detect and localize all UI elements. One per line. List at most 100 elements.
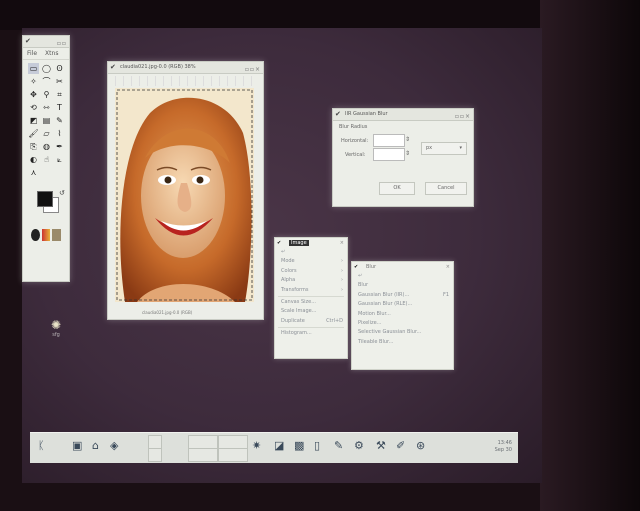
- window-menu-icon[interactable]: ✔: [110, 62, 116, 73]
- menu-item-transforms[interactable]: Transforms ›: [275, 286, 347, 295]
- image-titlebar[interactable]: ✔ claudia021.jpg-0.0 (RGB) 38% ▫▫×: [108, 62, 263, 74]
- close-icon[interactable]: ×: [446, 262, 450, 272]
- toolbox-menubar: File Xtns: [23, 48, 69, 60]
- tearoff-icon[interactable]: ✔: [277, 238, 281, 248]
- clock[interactable]: 13:46 Sep 30: [495, 440, 512, 454]
- menu-item-gaussian-rle[interactable]: Gaussian Blur (RLE)...: [352, 300, 453, 309]
- menu-item-tileable-blur[interactable]: Tileable Blur...: [352, 338, 453, 347]
- bezier-icon[interactable]: ⌒: [41, 76, 52, 87]
- edit-task-icon[interactable]: ✐: [396, 439, 405, 452]
- menu-item-scale-image[interactable]: Scale Image...: [275, 307, 347, 316]
- menu-item-motion-blur[interactable]: Motion Blur...: [352, 310, 453, 319]
- pen-task-icon[interactable]: ✎: [334, 439, 343, 452]
- ink-icon[interactable]: ✒: [54, 141, 65, 152]
- menu-file[interactable]: File: [27, 50, 37, 57]
- pager-cell-4[interactable]: [218, 448, 248, 462]
- menu-item-colors[interactable]: Colors ›: [275, 267, 347, 276]
- bucket-icon[interactable]: ◩: [28, 115, 39, 126]
- spin-arrows-icon[interactable]: ⇕: [405, 150, 410, 157]
- eraser-icon[interactable]: ▱: [41, 128, 52, 139]
- image-menu-title: Image: [289, 240, 309, 246]
- move-icon[interactable]: ✥: [28, 89, 39, 100]
- menu-item[interactable]: ↵: [352, 272, 453, 281]
- window-menu-icon[interactable]: ✔: [25, 36, 31, 47]
- window-menu-icon[interactable]: ✔: [335, 109, 341, 120]
- menu-item-canvas-size[interactable]: Canvas Size...: [275, 298, 347, 307]
- settings-task-icon[interactable]: ⚙: [354, 439, 364, 452]
- dialog-task-icon[interactable]: ▩: [294, 439, 304, 452]
- menu-item[interactable]: ↵: [275, 248, 347, 257]
- crop-icon[interactable]: ⌗: [54, 89, 65, 100]
- magic-wand-icon[interactable]: ✧: [28, 76, 39, 87]
- lasso-icon[interactable]: ʘ: [54, 63, 65, 74]
- pager-cell-2[interactable]: [188, 448, 218, 462]
- pager-cell-3[interactable]: [218, 435, 248, 449]
- brush-icon[interactable]: 🖌: [28, 128, 39, 139]
- scissors-icon[interactable]: ✂: [54, 76, 65, 87]
- image-task-icon[interactable]: ◪: [274, 439, 284, 452]
- menu-item-alpha[interactable]: Alpha ›: [275, 276, 347, 285]
- blend-icon[interactable]: ▤: [41, 115, 52, 126]
- tools-task-icon[interactable]: ⚒: [376, 439, 386, 452]
- menu-item-histogram[interactable]: Histogram...: [275, 329, 347, 338]
- menu-item-blur[interactable]: Blur: [352, 281, 453, 290]
- pointer-icon[interactable]: ⋏: [28, 167, 39, 178]
- gaussian-title: IIR Gaussian Blur: [345, 111, 388, 117]
- swap-colors-icon[interactable]: ↺: [59, 189, 65, 197]
- desktop-icon[interactable]: ✺ sfg: [46, 318, 66, 338]
- flip-icon[interactable]: ⇿: [41, 102, 52, 113]
- desktop-switch-1[interactable]: [148, 435, 162, 449]
- close-icon[interactable]: ×: [340, 238, 344, 248]
- menu-item-mode[interactable]: Mode ›: [275, 257, 347, 266]
- vertical-label: Vertical:: [345, 152, 366, 158]
- magnify-icon[interactable]: ⚲: [41, 89, 52, 100]
- gimp-task-icon[interactable]: ✷: [252, 439, 261, 452]
- menu-item-selective-gaussian[interactable]: Selective Gaussian Blur...: [352, 328, 453, 337]
- image-status-bar: claudia021.jpg-0.0 (RGB): [112, 309, 259, 316]
- unit-select[interactable]: px ▾: [421, 142, 467, 155]
- clock-date: Sep 30: [494, 447, 512, 453]
- gaussian-titlebar[interactable]: ✔ IIR Gaussian Blur ▫▫×: [333, 109, 473, 121]
- blur-menu-header: ✔ Blur ×: [352, 262, 453, 272]
- vertical-field[interactable]: [373, 148, 405, 161]
- window-buttons-icon[interactable]: ▫▫×: [245, 64, 261, 73]
- convolve-icon[interactable]: ◍: [41, 141, 52, 152]
- k-menu-icon[interactable]: ᛕ: [38, 439, 45, 452]
- menu-item-duplicate[interactable]: Duplicate Ctrl+D: [275, 317, 347, 326]
- terminal-icon[interactable]: ▣: [72, 439, 82, 452]
- transform-icon[interactable]: ⟲: [28, 102, 39, 113]
- browser-icon[interactable]: ◈: [110, 439, 118, 452]
- blur-menu: ✔ Blur × ↵ Blur Gaussian Blur (IIR)... F1…: [351, 261, 454, 370]
- spin-arrows-icon[interactable]: ⇕: [405, 136, 410, 143]
- desktop-icon-label: sfg: [52, 332, 60, 338]
- brush-pattern-previews: [31, 229, 62, 241]
- window-buttons-icon[interactable]: ▫▫×: [455, 111, 471, 120]
- cancel-button[interactable]: Cancel: [425, 182, 467, 195]
- window-buttons-icon[interactable]: ▫▫: [57, 38, 67, 47]
- menu-item-gaussian-iir[interactable]: Gaussian Blur (IIR)... F1: [352, 291, 453, 300]
- foreground-color[interactable]: [37, 191, 53, 207]
- text-icon[interactable]: T: [54, 102, 65, 113]
- home-icon[interactable]: ⌂: [92, 439, 99, 452]
- airbrush-icon[interactable]: ⌇: [54, 128, 65, 139]
- horizontal-field[interactable]: [373, 134, 405, 147]
- ok-button[interactable]: OK: [379, 182, 415, 195]
- measure-icon[interactable]: ⟀: [54, 154, 65, 165]
- desktop-switch-2[interactable]: [148, 448, 162, 462]
- menu-item-pixelize[interactable]: Pixelize...: [352, 319, 453, 328]
- tearoff-icon[interactable]: ✔: [354, 262, 358, 272]
- pager-cell-1[interactable]: [188, 435, 218, 449]
- pencil-icon[interactable]: ✎: [54, 115, 65, 126]
- chevron-down-icon: ▾: [459, 145, 462, 151]
- network-task-icon[interactable]: ⊛: [416, 439, 425, 452]
- portrait-photo[interactable]: [115, 88, 254, 302]
- clone-icon[interactable]: ⎘: [28, 141, 39, 152]
- color-swatches: ↺: [27, 187, 65, 223]
- toolbox-titlebar[interactable]: ✔ ▫▫: [23, 36, 69, 48]
- smudge-icon[interactable]: ☝: [41, 154, 52, 165]
- ellipse-select-icon[interactable]: ◯: [41, 63, 52, 74]
- menu-xtns[interactable]: Xtns: [45, 50, 58, 57]
- dodge-icon[interactable]: ◐: [28, 154, 39, 165]
- rect-select-icon[interactable]: ▭: [28, 63, 39, 74]
- document-task-icon[interactable]: ▯: [314, 439, 320, 452]
